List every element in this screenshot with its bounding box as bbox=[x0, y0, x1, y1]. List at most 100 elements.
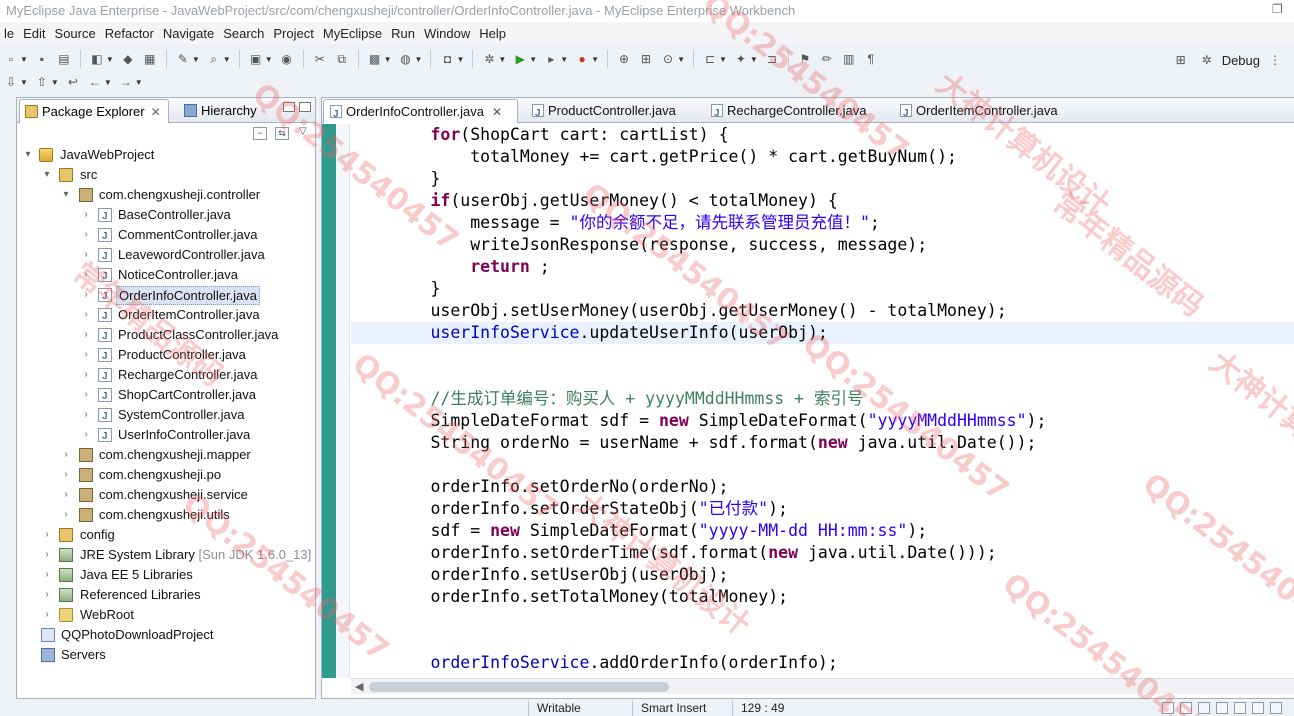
chevron-down-icon[interactable]: ▼ bbox=[719, 55, 727, 64]
code-line[interactable]: userObj.setUserMoney(userObj.getUserMone… bbox=[351, 300, 1294, 322]
open-resource-icon[interactable]: ⊐ bbox=[764, 51, 780, 67]
camera-icon[interactable]: ◘ bbox=[439, 51, 455, 67]
expand-arrow-icon[interactable]: › bbox=[81, 305, 91, 325]
expand-arrow-icon[interactable]: › bbox=[81, 245, 91, 265]
copy-icon[interactable]: ⧉ bbox=[334, 51, 350, 67]
code-line[interactable]: userInfoService.updateUserInfo(userObj); bbox=[351, 322, 1294, 344]
globe-icon[interactable]: ◉ bbox=[279, 51, 295, 67]
menu-file[interactable]: le bbox=[0, 26, 19, 41]
new-package-icon[interactable]: ⊞ bbox=[638, 51, 654, 67]
menu-navigate[interactable]: Navigate bbox=[159, 26, 219, 41]
chevron-down-icon[interactable]: ▼ bbox=[456, 55, 464, 64]
menu-edit[interactable]: Edit bbox=[19, 26, 50, 41]
code-line[interactable] bbox=[351, 344, 1294, 366]
collapse-arrow-icon[interactable]: ▾ bbox=[61, 185, 71, 205]
code-line[interactable] bbox=[351, 630, 1294, 652]
chevron-down-icon[interactable]: ▼ bbox=[223, 55, 231, 64]
expand-arrow-icon[interactable]: › bbox=[42, 585, 52, 605]
expand-arrow-icon[interactable]: › bbox=[81, 205, 91, 225]
chevron-down-icon[interactable]: ▼ bbox=[677, 55, 685, 64]
collapse-all-icon[interactable]: − bbox=[253, 127, 267, 140]
forward-icon[interactable]: → bbox=[118, 74, 134, 90]
chevron-down-icon[interactable]: ▼ bbox=[135, 78, 143, 87]
chevron-down-icon[interactable]: ▼ bbox=[750, 55, 758, 64]
code-area[interactable]: for(ShopCart cart: cartList) { totalMone… bbox=[351, 124, 1294, 678]
web-browser-icon[interactable]: ◍ bbox=[398, 51, 414, 67]
show-whitespace-icon[interactable]: ▥ bbox=[841, 51, 857, 67]
code-line[interactable]: orderInfo.setOrderTime(sdf.format(new ja… bbox=[351, 542, 1294, 564]
status-icon[interactable] bbox=[1234, 702, 1246, 714]
new-wizard-icon[interactable]: ◧ bbox=[89, 51, 105, 67]
tab-productcontroller[interactable]: ProductController.java bbox=[526, 99, 696, 126]
status-icon[interactable] bbox=[1162, 702, 1174, 714]
debug-icon[interactable]: ✲ bbox=[481, 51, 497, 67]
run-icon[interactable]: ▶ bbox=[512, 51, 528, 67]
paragraph-icon[interactable]: ¶ bbox=[863, 51, 879, 67]
run-config-icon[interactable]: ▸ bbox=[543, 51, 559, 67]
code-line[interactable]: if(userObj.getUserMoney() < totalMoney) … bbox=[351, 190, 1294, 212]
expand-arrow-icon[interactable]: › bbox=[42, 605, 52, 625]
close-icon[interactable]: ✕ bbox=[151, 105, 161, 119]
view-menu-icon[interactable]: ▽ bbox=[299, 126, 307, 137]
link-with-editor-icon[interactable]: ⇆ bbox=[275, 127, 289, 140]
open-type-icon[interactable]: ✎ bbox=[175, 51, 191, 67]
code-line[interactable]: orderInfo.setTotalMoney(totalMoney); bbox=[351, 586, 1294, 608]
next-annotation-icon[interactable]: ⇩ bbox=[3, 74, 19, 90]
new-icon[interactable]: ▫ bbox=[3, 51, 19, 67]
expand-arrow-icon[interactable]: › bbox=[81, 425, 91, 445]
maximize-icon[interactable] bbox=[299, 102, 311, 112]
code-line[interactable]: SimpleDateFormat sdf = new SimpleDateFor… bbox=[351, 410, 1294, 432]
chevron-down-icon[interactable]: ▼ bbox=[106, 55, 114, 64]
last-edit-icon[interactable]: ↩ bbox=[65, 74, 81, 90]
expand-arrow-icon[interactable]: › bbox=[42, 525, 52, 545]
team-icon[interactable]: ▣ bbox=[248, 51, 264, 67]
expand-arrow-icon[interactable]: › bbox=[81, 385, 91, 405]
tab-orderinfocontroller[interactable]: OrderInfoController.java ✕ bbox=[323, 99, 518, 127]
new-interface-icon[interactable]: ⊙ bbox=[660, 51, 676, 67]
status-icon[interactable] bbox=[1216, 702, 1228, 714]
code-line[interactable]: sdf = new SimpleDateFormat("yyyy-MM-dd H… bbox=[351, 520, 1294, 542]
chevron-down-icon[interactable]: ▼ bbox=[560, 55, 568, 64]
chevron-down-icon[interactable]: ▼ bbox=[20, 55, 28, 64]
toggle-mark-icon[interactable]: ⚑ bbox=[797, 51, 813, 67]
code-line[interactable]: orderInfo.setOrderStateObj("已付款"); bbox=[351, 498, 1294, 520]
status-icon[interactable] bbox=[1252, 702, 1264, 714]
code-line[interactable]: totalMoney += cart.getPrice() * cart.get… bbox=[351, 146, 1294, 168]
chevron-down-icon[interactable]: ▼ bbox=[265, 55, 273, 64]
chevron-down-icon[interactable]: ▼ bbox=[104, 78, 112, 87]
tab-orderitemcontroller[interactable]: OrderItemController.java bbox=[894, 99, 1084, 126]
code-line[interactable] bbox=[351, 366, 1294, 388]
chevron-down-icon[interactable]: ▼ bbox=[415, 55, 423, 64]
menu-window[interactable]: Window bbox=[420, 26, 475, 41]
chevron-down-icon[interactable]: ▼ bbox=[591, 55, 599, 64]
save-icon[interactable]: ▪ bbox=[34, 51, 50, 67]
code-line[interactable] bbox=[351, 454, 1294, 476]
menu-source[interactable]: Source bbox=[51, 26, 101, 41]
code-line[interactable]: message = "你的余额不足，请先联系管理员充值！"; bbox=[351, 212, 1294, 234]
open-task-icon[interactable]: ✦ bbox=[733, 51, 749, 67]
minimize-icon[interactable] bbox=[283, 102, 295, 112]
server-icon[interactable]: ▦ bbox=[142, 51, 158, 67]
expand-arrow-icon[interactable]: › bbox=[81, 225, 91, 245]
more-perspectives-icon[interactable]: ⋮ bbox=[1267, 52, 1283, 68]
menu-help[interactable]: Help bbox=[475, 26, 511, 41]
close-icon[interactable]: ✕ bbox=[492, 105, 502, 119]
deploy-icon[interactable]: ◆ bbox=[120, 51, 136, 67]
open-folder-icon[interactable]: ⊏ bbox=[702, 51, 718, 67]
code-line[interactable]: //生成订单编号：购买人 + yyyyMMddHHmmss + 索引号 bbox=[351, 388, 1294, 410]
code-line[interactable] bbox=[351, 608, 1294, 630]
chevron-down-icon[interactable]: ▼ bbox=[498, 55, 506, 64]
code-line[interactable]: for(ShopCart cart: cartList) { bbox=[351, 124, 1294, 146]
tab-rechargecontroller[interactable]: RechargeController.java bbox=[705, 99, 885, 126]
restore-window-icon[interactable]: ❐ bbox=[1272, 2, 1286, 16]
perspective-debug-label[interactable]: Debug bbox=[1222, 53, 1260, 68]
chevron-down-icon[interactable]: ▼ bbox=[51, 78, 59, 87]
menu-refactor[interactable]: Refactor bbox=[101, 26, 159, 41]
tab-package-explorer[interactable]: Package Explorer ✕ bbox=[19, 99, 169, 123]
status-icon[interactable] bbox=[1270, 702, 1282, 714]
expand-arrow-icon[interactable]: › bbox=[81, 325, 91, 345]
code-line[interactable]: return ; bbox=[351, 256, 1294, 278]
open-perspective-icon[interactable]: ⊞ bbox=[1173, 52, 1189, 68]
expand-arrow-icon[interactable]: › bbox=[61, 445, 71, 465]
menu-myeclipse[interactable]: MyEclipse bbox=[319, 26, 387, 41]
